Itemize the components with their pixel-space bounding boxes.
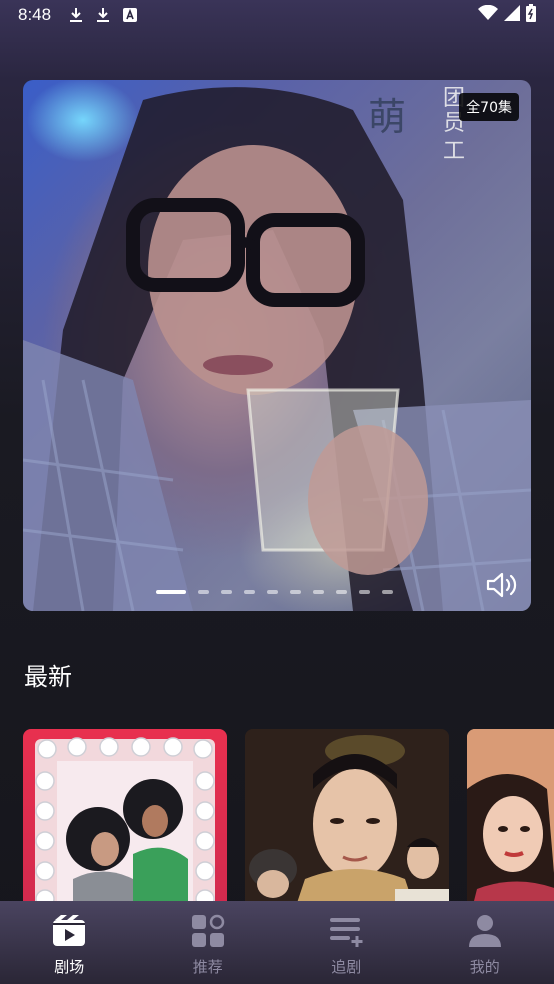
tab-label: 追剧	[331, 958, 362, 976]
status-bar: 8:48	[0, 0, 554, 30]
section-title-latest: 最新	[24, 663, 72, 691]
pagination-dot[interactable]	[156, 590, 186, 594]
volume-button[interactable]	[485, 569, 521, 601]
drama-poster	[467, 729, 554, 909]
pagination-dot[interactable]	[313, 590, 324, 594]
download-icon	[65, 4, 87, 26]
tab-profile[interactable]: 我的	[416, 901, 554, 984]
battery-icon	[526, 4, 536, 26]
grid-icon	[189, 912, 227, 950]
tab-label: 推荐	[192, 958, 223, 976]
profile-icon	[466, 912, 504, 950]
latest-rail[interactable]	[23, 729, 554, 909]
wifi-icon	[478, 4, 498, 25]
tab-following[interactable]: 追剧	[277, 901, 416, 984]
pagination-dot[interactable]	[198, 590, 209, 594]
download-icon	[92, 4, 114, 26]
pagination-dot[interactable]	[221, 590, 232, 594]
tab-recommend[interactable]: 推荐	[139, 901, 278, 984]
pagination-dot[interactable]	[290, 590, 301, 594]
drama-card[interactable]	[467, 729, 554, 909]
svg-text:萌: 萌	[368, 95, 406, 139]
status-time: 8:48	[18, 5, 52, 24]
tab-label: 我的	[469, 958, 500, 976]
bottom-tab-bar: 剧场 推荐 追剧 我的	[0, 901, 554, 984]
pagination-dot[interactable]	[244, 590, 255, 594]
tab-theater[interactable]: 剧场	[0, 901, 139, 984]
status-right	[478, 4, 536, 26]
drama-card[interactable]	[23, 729, 227, 909]
clapperboard-icon	[50, 912, 88, 950]
drama-poster	[245, 729, 449, 909]
pagination-dot[interactable]	[267, 590, 278, 594]
signal-icon	[504, 5, 520, 25]
volume-icon	[486, 572, 517, 598]
drama-card[interactable]	[245, 729, 449, 909]
drama-poster	[35, 737, 215, 909]
pagination-dot[interactable]	[359, 590, 370, 594]
pagination-dot[interactable]	[382, 590, 393, 594]
tab-label: 剧场	[54, 958, 85, 976]
pagination-dot[interactable]	[336, 590, 347, 594]
svg-text:工: 工	[443, 139, 465, 164]
banner-image: 萌 团 员 工	[23, 86, 531, 611]
banner-pagination	[156, 590, 393, 594]
episode-count-badge: 全70集	[459, 93, 519, 121]
playlist-add-icon	[327, 912, 365, 950]
featured-banner[interactable]: 萌 团 员 工 全70集	[23, 80, 531, 611]
a-box-icon	[119, 4, 141, 26]
